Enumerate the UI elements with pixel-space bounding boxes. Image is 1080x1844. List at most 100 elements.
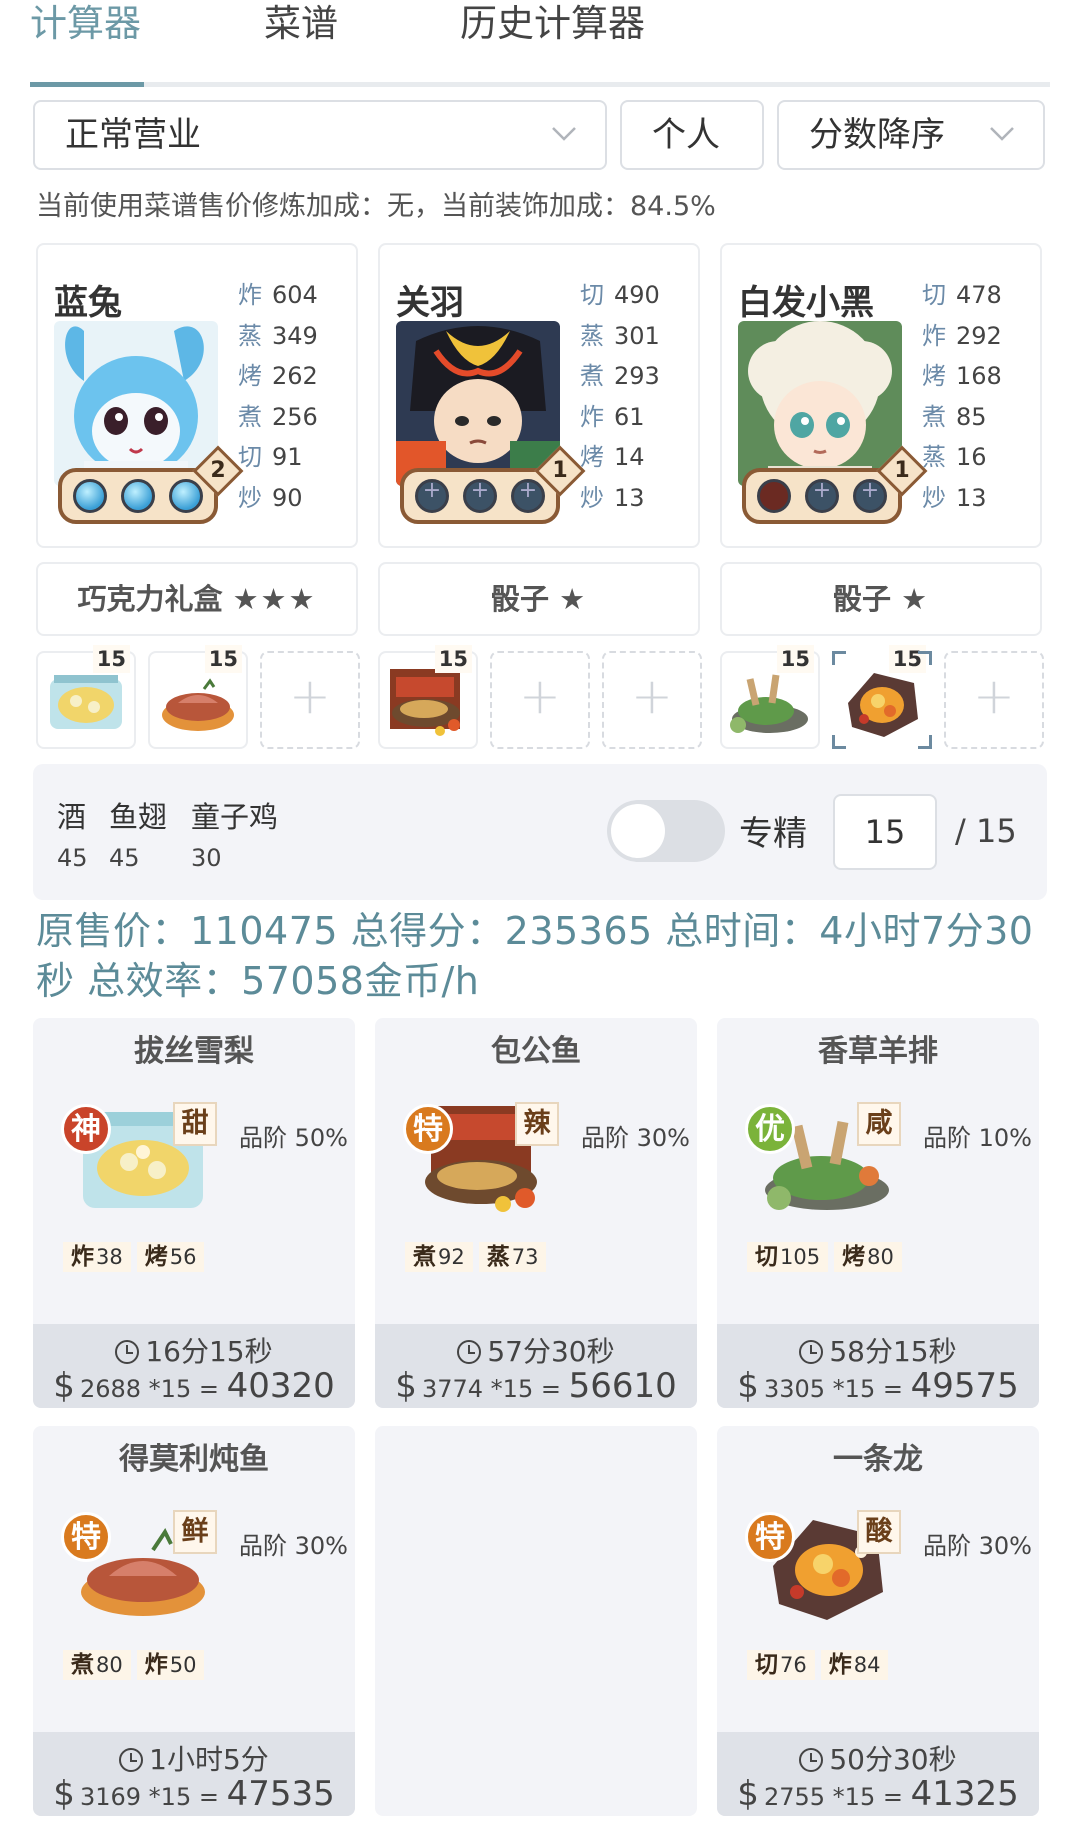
equipment-stars: ★ — [559, 582, 588, 616]
recipe-time: 50分30秒 — [829, 1743, 957, 1776]
recipe-grade: 品阶 10% — [923, 1124, 1032, 1152]
quantity-input[interactable]: 15 — [833, 794, 937, 870]
recipe-name: 得莫利炖鱼 — [119, 1442, 269, 1477]
recipe-card[interactable]: 得莫利炖鱼 特 鲜 品阶 30% 煮80 炸50 1小时5分 $ 3169 *1… — [33, 1426, 355, 1816]
recipe-footer: 16分15秒 $ 2688 *15 = 40320 — [33, 1324, 355, 1408]
plus-icon: + — [631, 667, 673, 725]
recipe-grade: 品阶 30% — [239, 1532, 348, 1560]
amber-slot-empty[interactable] — [463, 478, 497, 513]
amber-slot-empty[interactable] — [415, 478, 449, 513]
chef-portrait — [54, 321, 218, 486]
chef-skills: 切 478 炸 292 烤 168 煮 85 蒸 16 炒 13 — [922, 281, 1002, 512]
chef-name: 蓝兔 — [54, 283, 122, 323]
amber-slot-empty[interactable] — [757, 479, 791, 513]
selection-corner — [832, 735, 846, 749]
equipment-slot[interactable]: 骰子 ★ — [720, 562, 1042, 636]
tab-recipes[interactable]: 菜谱 — [264, 0, 338, 48]
business-mode-value: 正常营业 — [65, 115, 201, 155]
chef-card[interactable]: 关羽 1 切490 蒸301 煮293 炸61 烤14 炒13 — [378, 243, 700, 548]
recipe-name: 一条龙 — [833, 1442, 923, 1477]
rarity-badge: 特 — [745, 1512, 795, 1562]
plus-icon: + — [973, 667, 1015, 725]
recipe-grade: 品阶 30% — [923, 1532, 1032, 1560]
amber-slot[interactable] — [73, 479, 107, 513]
business-mode-select[interactable]: 正常营业 — [33, 100, 607, 170]
taste-badge: 咸 — [857, 1102, 901, 1146]
recipe-name: 香草羊排 — [818, 1034, 938, 1069]
ambers-slots[interactable] — [58, 468, 218, 524]
chef-portrait — [738, 321, 902, 486]
recipe-footer: 58分15秒 $ 3305 *15 = 49575 — [717, 1324, 1039, 1408]
ingredient-label: 童子鸡 — [191, 800, 279, 834]
sort-select[interactable]: 分数降序 — [777, 100, 1045, 170]
recipe-requirements: 切76 炸84 — [747, 1650, 889, 1680]
rarity-badge: 特 — [403, 1104, 453, 1154]
dish-slot[interactable]: 15 — [148, 645, 248, 749]
dish-slot[interactable]: 15 — [36, 645, 136, 749]
amber-slot-empty[interactable] — [853, 478, 887, 513]
amber-slot-empty[interactable] — [511, 478, 545, 513]
recipe-footer: 50分30秒 $ 2755 *15 = 41325 — [717, 1732, 1039, 1816]
recipe-time: 57分30秒 — [487, 1335, 615, 1368]
ingredient-value: 45 — [109, 844, 140, 872]
recipe-requirements: 煮92 蒸73 — [405, 1242, 547, 1272]
dish-quantity: 15 — [204, 645, 242, 673]
taste-badge: 酸 — [857, 1510, 901, 1554]
clock-icon — [457, 1340, 482, 1364]
chef-name: 白发小黑 — [738, 283, 874, 323]
clock-icon — [119, 1748, 144, 1772]
tab-history-calculator[interactable]: 历史计算器 — [460, 0, 645, 48]
ingredient-value: 30 — [191, 844, 222, 872]
dish-slot-selected[interactable]: 15 — [832, 645, 932, 749]
chevron-down-icon — [990, 127, 1014, 141]
ambers-slots[interactable] — [742, 468, 902, 524]
recipe-name: 拔丝雪梨 — [134, 1034, 254, 1069]
clock-icon — [115, 1340, 140, 1364]
recipe-grade: 品阶 50% — [239, 1124, 348, 1152]
dish-slot[interactable]: 15 — [378, 645, 478, 749]
amber-slot-empty[interactable] — [805, 478, 839, 513]
ambers-slots[interactable] — [400, 468, 560, 524]
amber-slot[interactable] — [169, 479, 203, 513]
tab-active-indicator — [30, 82, 144, 87]
dish-quantity: 15 — [434, 645, 472, 673]
ingredient-panel: 酒 鱼翅 童子鸡 45 45 30 专精 15 / 15 — [33, 764, 1047, 900]
dish-slot-empty[interactable]: + — [260, 651, 360, 749]
equipment-slot[interactable]: 巧克力礼盒 ★★★ — [36, 562, 358, 636]
scope-select[interactable]: 个人 — [620, 100, 764, 170]
equipment-stars: ★ — [901, 582, 930, 616]
recipe-footer: 57分30秒 $ 3774 *15 = 56610 — [375, 1324, 697, 1408]
recipe-card[interactable]: 一条龙 特 酸 品阶 30% 切76 炸84 50分30秒 $ 2755 *15… — [717, 1426, 1039, 1816]
summary-stats: 原售价：110475 总得分：235365 总时间：4小时7分30秒 总效率：5… — [36, 909, 1034, 1003]
dish-slot[interactable]: 15 — [720, 645, 820, 749]
chef-card[interactable]: 白发小黑 1 切478 炸292 烤168 煮85 蒸16 炒13 — [720, 243, 1042, 548]
recipe-card[interactable]: 包公鱼 特 辣 品阶 30% 煮92 蒸73 57分30秒 $ 3774 *15… — [375, 1018, 697, 1408]
chef-portrait — [396, 321, 560, 486]
amber-slot[interactable] — [121, 479, 155, 513]
selection-corner — [918, 651, 932, 665]
tab-track — [30, 82, 1050, 87]
recipe-name: 包公鱼 — [491, 1034, 581, 1069]
chef-card[interactable]: 蓝兔 2 炸 604 蒸 349 烤 262 煮 256 切 91 炒 90 — [36, 243, 358, 548]
selection-corner — [832, 651, 846, 665]
mastery-toggle[interactable] — [607, 800, 725, 862]
equipment-slot[interactable]: 骰子 ★ — [378, 562, 700, 636]
recipe-card-empty[interactable] — [375, 1426, 697, 1816]
tab-calculator[interactable]: 计算器 — [30, 0, 141, 48]
recipe-time: 16分15秒 — [145, 1335, 273, 1368]
toggle-knob — [611, 804, 665, 858]
recipe-card[interactable]: 香草羊排 优 咸 品阶 10% 切105 烤80 58分15秒 $ 3305 *… — [717, 1018, 1039, 1408]
recipe-time: 1小时5分 — [149, 1743, 269, 1776]
ingredient-label: 酒 — [57, 800, 87, 834]
rarity-badge: 特 — [61, 1512, 111, 1562]
scope-value: 个人 — [652, 115, 720, 155]
dish-slot-empty[interactable]: + — [602, 651, 702, 749]
recipe-card[interactable]: 拔丝雪梨 神 甜 品阶 50% 炸38 烤56 16分15秒 $ 2688 *1… — [33, 1018, 355, 1408]
dish-slot-empty[interactable]: + — [490, 651, 590, 749]
dish-slot-empty[interactable]: + — [944, 651, 1044, 749]
ingredient-value: 45 — [57, 844, 88, 872]
recipe-price: $ 3305 *15 = 49575 — [737, 1366, 1019, 1406]
equipment-name: 巧克力礼盒 — [77, 582, 223, 616]
equipment-name: 骰子 — [832, 582, 891, 616]
chef-skills: 炸 604 蒸 349 烤 262 煮 256 切 91 炒 90 — [238, 281, 318, 512]
